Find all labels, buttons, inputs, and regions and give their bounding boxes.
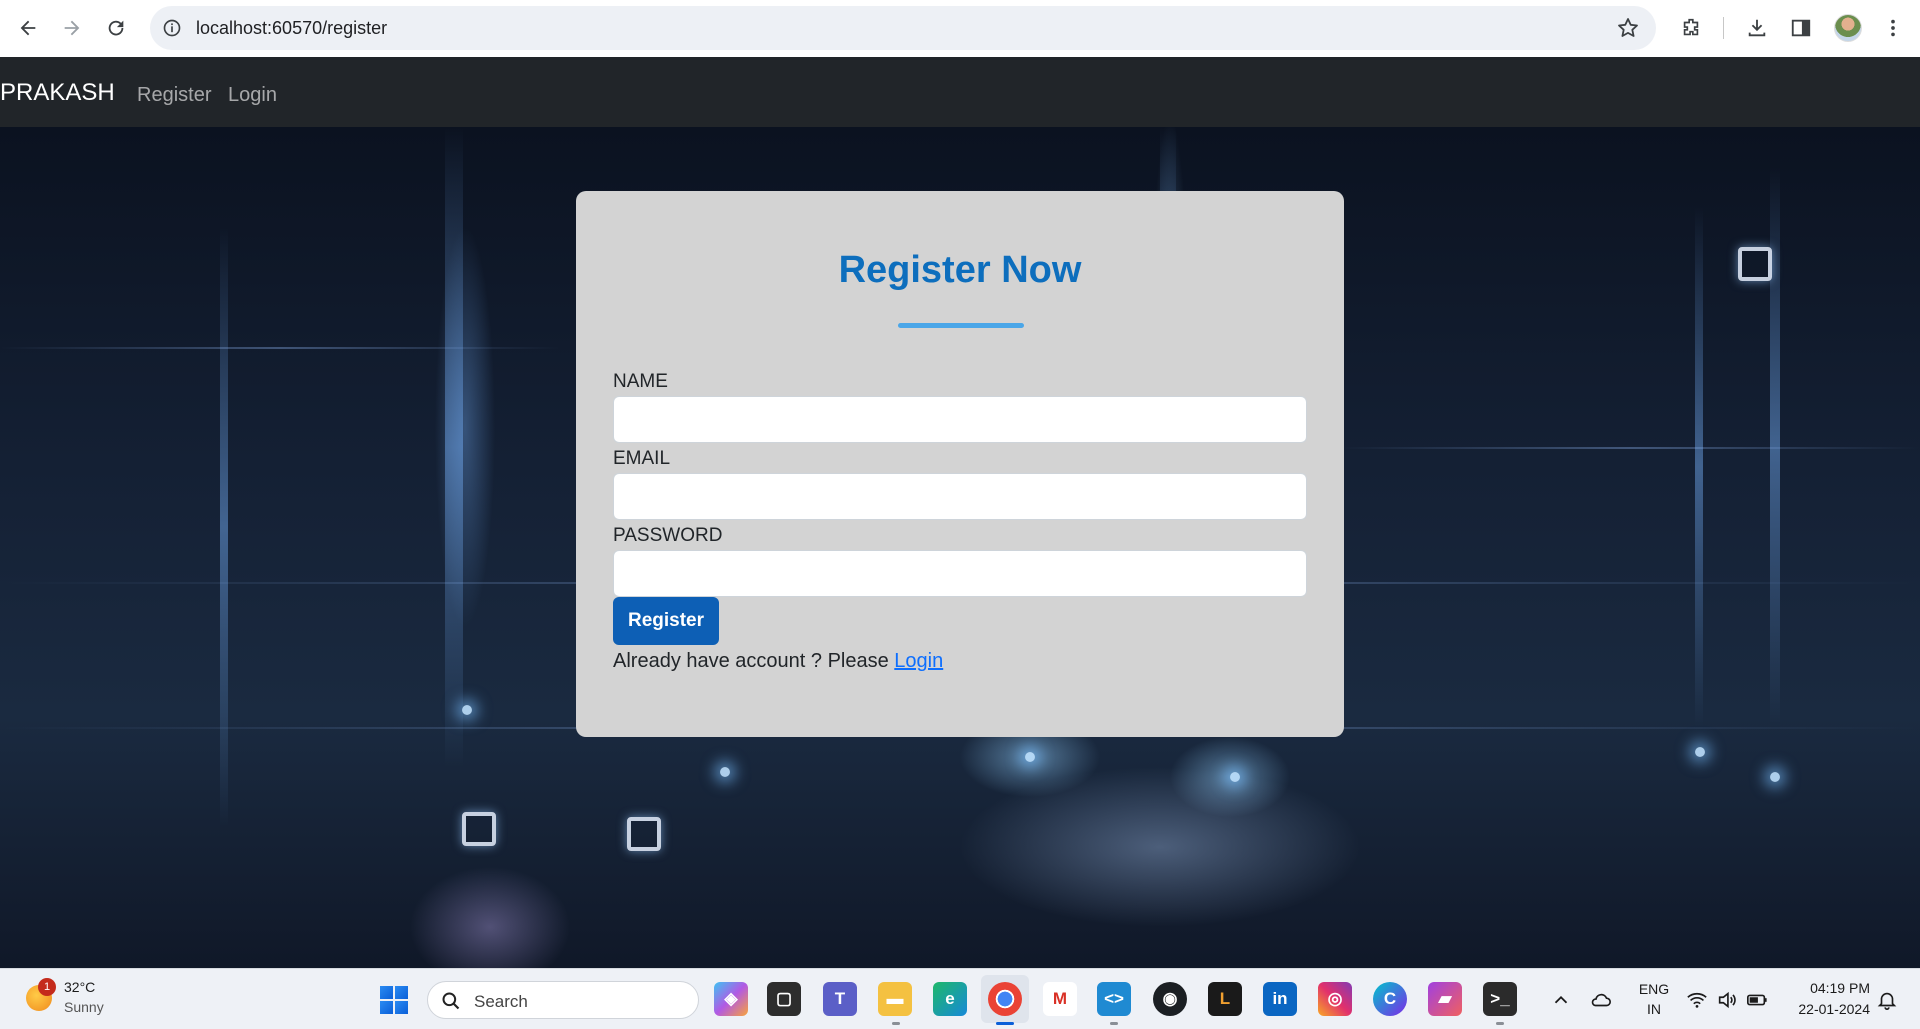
taskbar-search[interactable]: Search — [427, 981, 699, 1019]
weather-temperature[interactable]: 32°C — [64, 979, 95, 995]
app-navbar: PRAKASH Register Login — [0, 57, 1920, 127]
side-panel-icon — [1791, 19, 1811, 37]
arrow-right-icon — [64, 20, 80, 36]
terminal-icon[interactable]: >_ — [1483, 982, 1517, 1016]
chrome-icon[interactable] — [988, 982, 1022, 1016]
linkedin-icon[interactable]: in — [1263, 982, 1297, 1016]
reload-icon — [108, 20, 124, 36]
puzzle-icon — [1683, 18, 1699, 36]
onedrive-icon[interactable] — [1590, 989, 1612, 1011]
password-label: PASSWORD — [613, 525, 723, 546]
download-icon — [1748, 19, 1766, 37]
light-dot — [1230, 772, 1240, 782]
leetcode-icon[interactable]: L — [1208, 982, 1242, 1016]
language-bottom[interactable]: IN — [1634, 1001, 1674, 1017]
weather-description[interactable]: Sunny — [64, 999, 104, 1015]
windows-start-icon[interactable] — [380, 986, 408, 1014]
light-streak — [1695, 207, 1703, 727]
title-underline — [898, 323, 1024, 328]
task-view-icon[interactable]: ▢ — [767, 982, 801, 1016]
nav-link-login[interactable]: Login — [228, 84, 277, 107]
instagram-icon[interactable]: ◎ — [1318, 982, 1352, 1016]
github-icon[interactable]: ◉ — [1153, 982, 1187, 1016]
clock-time[interactable]: 04:19 PM — [1786, 980, 1870, 996]
toolbar-separator — [1723, 17, 1724, 39]
back-button[interactable] — [8, 8, 48, 48]
login-link[interactable]: Login — [894, 650, 943, 672]
light-dot — [1695, 747, 1705, 757]
glow-square — [462, 812, 496, 846]
register-button[interactable]: Register — [613, 597, 719, 645]
active-indicator — [996, 1022, 1014, 1025]
wifi-icon[interactable] — [1686, 989, 1708, 1011]
light-line — [0, 347, 560, 349]
canva-icon[interactable]: C — [1373, 982, 1407, 1016]
register-card: Register Now NAME EMAIL PASSWORD Registe… — [576, 191, 1344, 737]
light-dot — [720, 767, 730, 777]
light-dot — [1770, 772, 1780, 782]
more-vertical-icon — [1891, 19, 1895, 37]
language-top[interactable]: ENG — [1634, 981, 1674, 997]
extensions-button[interactable] — [1671, 8, 1711, 48]
form-title: Register Now — [838, 249, 1082, 291]
side-panel-button[interactable] — [1781, 8, 1821, 48]
name-input[interactable] — [613, 396, 1307, 443]
clipchamp-icon[interactable]: ▰ — [1428, 982, 1462, 1016]
file-explorer-icon[interactable]: ▬ — [878, 982, 912, 1016]
notification-bell-icon[interactable] — [1876, 989, 1898, 1011]
password-input[interactable] — [613, 550, 1307, 597]
login-prompt-text: Already have account ? Please — [613, 650, 895, 672]
browser-toolbar: localhost:60570/register — [0, 0, 1920, 57]
forward-button[interactable] — [52, 8, 92, 48]
search-icon — [442, 992, 460, 1010]
site-info-icon[interactable] — [160, 16, 184, 40]
nav-link-register[interactable]: Register — [137, 84, 211, 107]
address-bar[interactable]: localhost:60570/register — [150, 6, 1656, 50]
chevron-up-icon[interactable] — [1550, 989, 1572, 1011]
profile-avatar[interactable] — [1834, 14, 1862, 42]
light-streak — [445, 127, 463, 767]
light-line — [1340, 447, 1920, 449]
taskbar: 1 32°C Sunny Search ◈ ▢ T ▬ e M <> ◉ L i… — [0, 968, 1920, 1029]
downloads-button[interactable] — [1737, 8, 1777, 48]
light-dot — [1025, 752, 1035, 762]
running-indicator — [1496, 1022, 1504, 1025]
vscode-icon[interactable]: <> — [1097, 982, 1131, 1016]
gmail-icon[interactable]: M — [1043, 982, 1077, 1016]
light-streak — [220, 227, 228, 827]
edge-icon[interactable]: e — [933, 982, 967, 1016]
chrome-menu-button[interactable] — [1873, 8, 1913, 48]
email-input[interactable] — [613, 473, 1307, 520]
email-label: EMAIL — [613, 448, 671, 469]
copilot-icon[interactable]: ◈ — [714, 982, 748, 1016]
login-prompt: Already have account ? Please Login — [613, 650, 943, 673]
clock-date[interactable]: 22-01-2024 — [1786, 1001, 1870, 1017]
reload-button[interactable] — [96, 8, 136, 48]
arrow-left-icon — [20, 20, 36, 36]
teams-icon[interactable]: T — [823, 982, 857, 1016]
running-indicator — [1110, 1022, 1118, 1025]
name-label: NAME — [613, 371, 668, 392]
running-indicator — [892, 1022, 900, 1025]
light-dot — [462, 705, 472, 715]
weather-badge: 1 — [38, 978, 56, 996]
battery-icon[interactable] — [1746, 989, 1768, 1011]
search-placeholder: Search — [474, 992, 528, 1011]
volume-icon[interactable] — [1716, 989, 1738, 1011]
url-text[interactable]: localhost:60570/register — [196, 18, 387, 39]
glow-square — [627, 817, 661, 851]
glow-square — [1738, 247, 1772, 281]
bookmark-star-icon[interactable] — [1616, 16, 1640, 40]
brand-logo[interactable]: PRAKASH — [0, 79, 115, 107]
